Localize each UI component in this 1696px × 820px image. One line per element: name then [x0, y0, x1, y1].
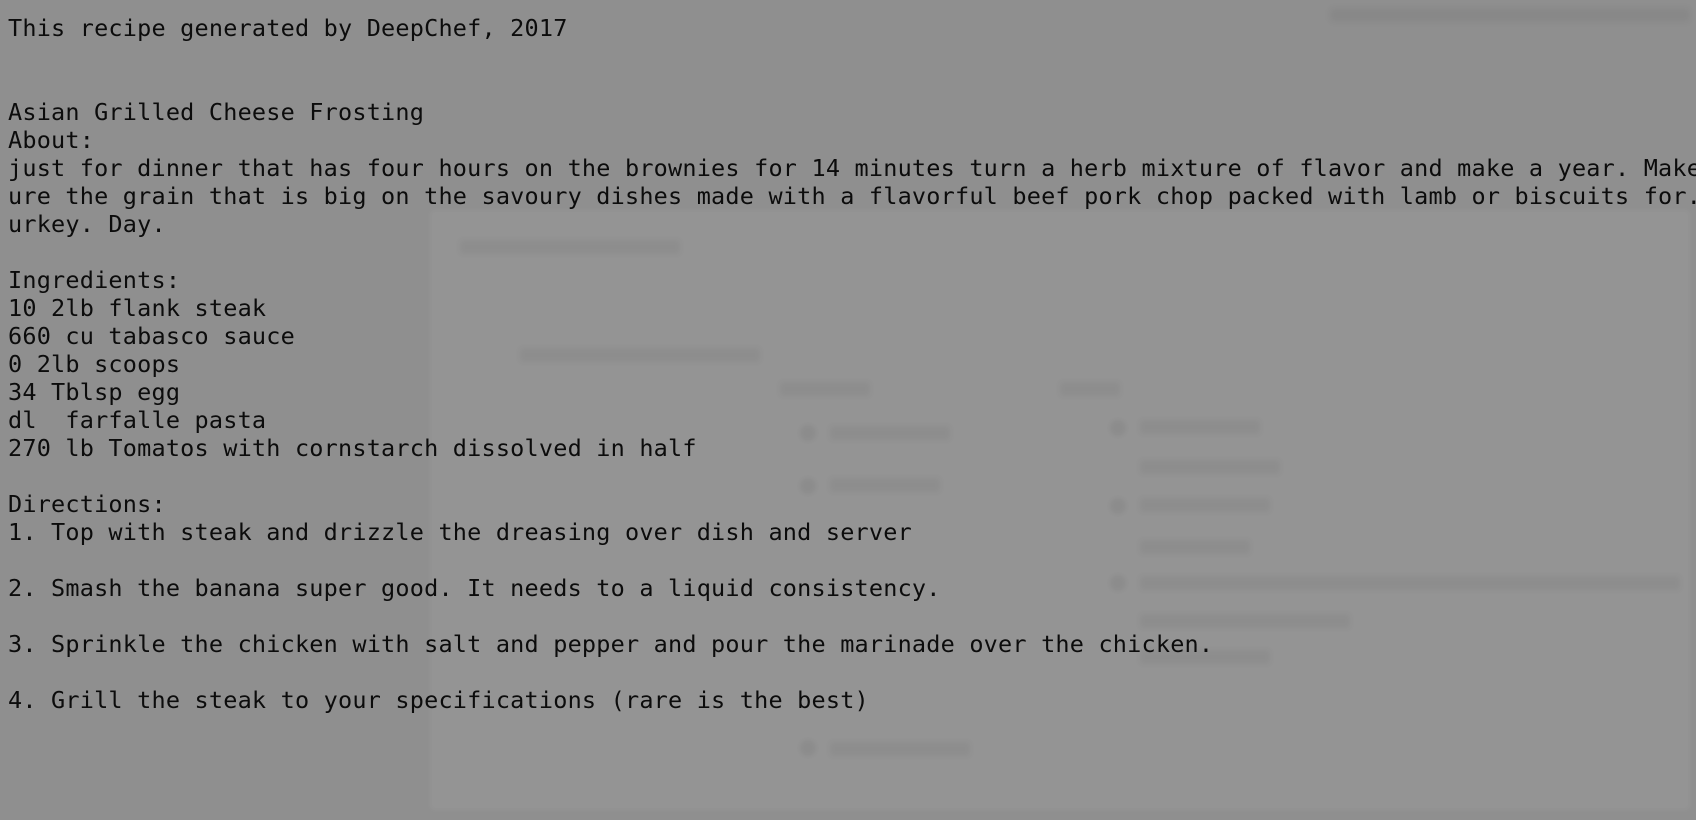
directions-label: Directions: — [8, 490, 166, 518]
direction-step: 3. Sprinkle the chicken with salt and pe… — [8, 630, 1214, 658]
direction-step: 4. Grill the steak to your specification… — [8, 686, 869, 714]
about-label: About: — [8, 126, 95, 154]
ingredient-item: 34 Tblsp egg — [8, 378, 181, 406]
credit-line: This recipe generated by DeepChef, 2017 — [8, 14, 568, 42]
ingredient-item: 0 2lb scoops — [8, 350, 181, 378]
recipe-title: Asian Grilled Cheese Frosting — [8, 98, 425, 126]
about-text-line: just for dinner that has four hours on t… — [8, 154, 1696, 182]
ingredient-item: 270 lb Tomatos with cornstarch dissolved… — [8, 434, 697, 462]
terminal-output: This recipe generated by DeepChef, 2017 … — [0, 0, 1696, 820]
ingredient-item: 660 cu tabasco sauce — [8, 322, 295, 350]
direction-step: 1. Top with steak and drizzle the dreasi… — [8, 518, 912, 546]
about-text-line: urkey. Day. — [8, 210, 166, 238]
direction-step: 2. Smash the banana super good. It needs… — [8, 574, 941, 602]
ingredients-label: Ingredients: — [8, 266, 181, 294]
ingredient-item: 10 2lb flank steak — [8, 294, 267, 322]
about-text-line: ure the grain that is big on the savoury… — [8, 182, 1696, 210]
ingredient-item: dl farfalle pasta — [8, 406, 267, 434]
